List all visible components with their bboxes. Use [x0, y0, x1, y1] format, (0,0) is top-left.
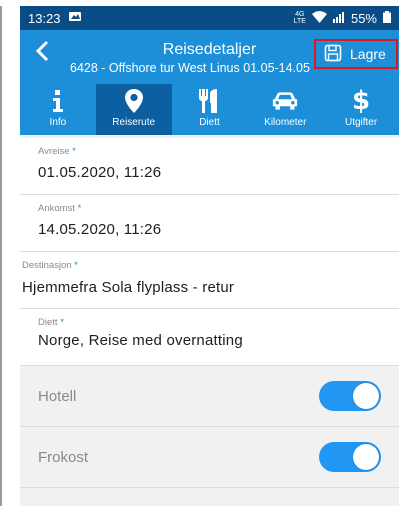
- location-pin-icon: [121, 88, 147, 114]
- destinasjon-field[interactable]: Destinasjon * Hjemmefra Sola flyplass - …: [20, 252, 399, 309]
- toggle-knob: [353, 383, 379, 409]
- field-label: Destinasjon *: [22, 260, 78, 271]
- info-icon: [45, 88, 71, 114]
- tab-reiserute[interactable]: Reiserute: [95, 84, 172, 135]
- battery-level: 55%: [350, 10, 377, 26]
- hotell-label: Hotell: [38, 387, 77, 405]
- hotell-toggle[interactable]: [319, 381, 381, 411]
- app-header: Reisedetaljer 6428 - Offshore tur West L…: [20, 30, 399, 84]
- tab-kilometer[interactable]: Kilometer: [247, 84, 323, 135]
- field-label: Diett *: [38, 317, 64, 328]
- app-screen: 13:23 4G LTE 55% Reisedetaljer 6428 - Of…: [20, 6, 399, 506]
- floppy-disk-icon: [324, 44, 342, 65]
- tab-label: Reiserute: [112, 117, 156, 128]
- ankomst-field[interactable]: Ankomst * 14.05.2020, 11:26: [20, 195, 399, 252]
- frokost-toggle[interactable]: [319, 442, 381, 472]
- tab-diett[interactable]: Diett: [172, 84, 248, 135]
- battery-icon: [383, 10, 391, 26]
- avreise-field[interactable]: Avreise * 01.05.2020, 11:26: [20, 138, 399, 195]
- notification-icon: [68, 11, 83, 25]
- diett-value: Norge, Reise med overnatting: [38, 332, 243, 349]
- avreise-value: 01.05.2020, 11:26: [38, 164, 162, 181]
- tab-label: Diett: [199, 117, 220, 128]
- network-type: 4G LTE: [293, 11, 306, 25]
- status-indicators: 4G LTE 55%: [293, 10, 391, 26]
- ankomst-value: 14.05.2020, 11:26: [38, 221, 162, 238]
- tab-label: Kilometer: [264, 117, 307, 128]
- status-bar: 13:23 4G LTE 55%: [20, 6, 399, 30]
- save-label: Lagre: [350, 46, 386, 62]
- field-label: Ankomst *: [38, 203, 82, 214]
- window-edge: [0, 6, 2, 506]
- fork-knife-icon: [196, 88, 222, 114]
- tab-label: Utgifter: [344, 117, 378, 128]
- toggle-knob: [353, 444, 379, 470]
- save-button[interactable]: Lagre: [314, 39, 398, 69]
- diett-field[interactable]: Diett * Norge, Reise med overnatting: [20, 309, 399, 366]
- signal-icon: [332, 11, 345, 26]
- route-form: Avreise * 01.05.2020, 11:26 Ankomst * 14…: [20, 138, 399, 488]
- wifi-icon: [311, 10, 327, 26]
- car-icon: [272, 88, 298, 114]
- tab-utgifter[interactable]: $ Utgifter: [323, 84, 399, 135]
- tab-bar: Info Reiserute Diett Kilometer $ Utgifte…: [20, 84, 399, 135]
- hotell-row: Hotell: [20, 366, 399, 427]
- status-time: 13:23: [28, 10, 61, 26]
- tab-label: Info: [49, 117, 67, 128]
- frokost-label: Frokost: [38, 448, 89, 466]
- dollar-icon: $: [352, 86, 371, 116]
- tab-info[interactable]: Info: [20, 84, 96, 135]
- frokost-row: Frokost: [20, 427, 399, 488]
- field-label: Avreise *: [38, 146, 76, 157]
- destinasjon-value: Hjemmefra Sola flyplass - retur: [22, 279, 235, 296]
